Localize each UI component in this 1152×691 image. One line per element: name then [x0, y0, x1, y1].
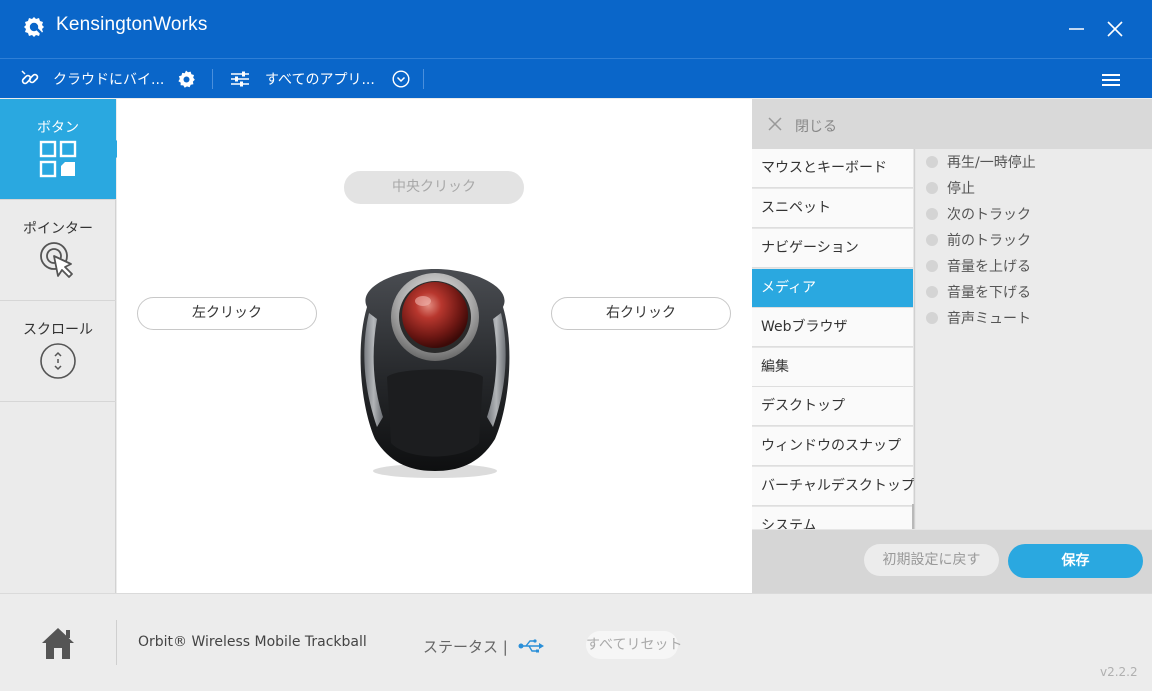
restore-defaults-button[interactable]: 初期設定に戻す: [864, 544, 999, 576]
middle-click-button[interactable]: 中央クリック: [344, 171, 524, 204]
save-button[interactable]: 保存: [1008, 544, 1143, 578]
minimize-icon[interactable]: [1066, 18, 1088, 40]
button-mapping-canvas: 中央クリック 左クリック 右クリック: [117, 99, 752, 593]
radio-icon: [926, 260, 938, 272]
action-option-label: 前のトラック: [947, 233, 1031, 249]
title-bar: KensingtonWorks: [0, 0, 1152, 58]
radio-icon: [926, 156, 938, 168]
nav-item-pointer[interactable]: ポインター: [0, 200, 116, 301]
category-item[interactable]: 編集: [752, 348, 913, 387]
toolbar: クラウドにバイ... すべてのアプリ...: [0, 58, 1152, 98]
radio-icon: [926, 312, 938, 324]
category-item[interactable]: バーチャルデスクトップ: [752, 467, 914, 506]
category-item[interactable]: ナビゲーション: [752, 229, 913, 268]
nav-item-scroll[interactable]: スクロール: [0, 301, 116, 402]
action-option[interactable]: 次のトラック: [926, 201, 1031, 227]
kensington-logo-icon: [24, 17, 44, 37]
close-icon[interactable]: [768, 117, 782, 131]
left-click-button[interactable]: 左クリック: [137, 297, 317, 330]
action-option[interactable]: 前のトラック: [926, 227, 1031, 253]
scroll-icon: [40, 343, 76, 379]
chevron-down-icon: [392, 70, 410, 88]
usb-icon: [518, 639, 544, 653]
toolbar-divider: [212, 69, 213, 89]
panel-footer: 初期設定に戻す 保存: [752, 530, 1152, 593]
action-option-label: 音量を上げる: [947, 259, 1031, 275]
action-option-label: 音声ミュート: [947, 311, 1031, 327]
radio-icon: [926, 234, 938, 246]
gear-icon[interactable]: [176, 69, 196, 89]
bottom-bar: Orbit® Wireless Mobile Trackball ステータス |…: [0, 593, 1152, 691]
grid-icon: [39, 140, 77, 178]
pointer-click-icon: [40, 242, 73, 278]
radio-icon: [926, 208, 938, 220]
nav-item-buttons[interactable]: ボタン: [0, 99, 116, 200]
category-item[interactable]: マウスとキーボード: [752, 149, 913, 188]
version-label: v2.2.2: [1100, 665, 1138, 679]
action-option[interactable]: 停止: [926, 175, 975, 201]
nav-item-label: ポインター: [23, 221, 93, 237]
action-option[interactable]: 再生/一時停止: [926, 149, 1036, 175]
link-icon: [21, 70, 39, 85]
category-item[interactable]: Webブラウザ: [752, 308, 913, 347]
action-panel: 閉じる マウスとキーボード スニペット ナビゲーション メディア Webブラウザ…: [752, 99, 1152, 593]
trackball-image: [360, 269, 510, 478]
status-label: ステータス |: [423, 638, 508, 656]
sliders-icon: [231, 71, 249, 87]
category-item-selected[interactable]: メディア: [752, 269, 913, 308]
app-select-label: すべてのアプリ...: [265, 72, 375, 88]
cloud-sync-label: クラウドにバイ...: [53, 72, 165, 88]
cloud-sync-button[interactable]: クラウドにバイ...: [20, 59, 164, 99]
category-scrollbar[interactable]: [912, 504, 914, 529]
device-name: Orbit® Wireless Mobile Trackball: [138, 634, 367, 650]
app-select-dropdown[interactable]: すべてのアプリ...: [230, 59, 410, 99]
home-icon[interactable]: [40, 626, 76, 660]
close-button[interactable]: 閉じる: [795, 116, 837, 136]
radio-icon: [926, 286, 938, 298]
action-option-label: 再生/一時停止: [947, 155, 1036, 171]
panel-header: 閉じる: [752, 99, 1152, 149]
category-item[interactable]: デスクトップ: [752, 387, 913, 426]
app-title: KensingtonWorks: [56, 14, 208, 35]
side-nav: ボタン ポインター スクロール: [0, 99, 116, 593]
close-window-icon[interactable]: [1104, 18, 1126, 40]
action-option[interactable]: 音量を上げる: [926, 253, 1031, 279]
action-option[interactable]: 音量を下げる: [926, 279, 1031, 305]
menu-icon[interactable]: [1101, 72, 1121, 88]
action-option-label: 音量を下げる: [947, 285, 1031, 301]
right-click-button[interactable]: 右クリック: [551, 297, 731, 330]
toolbar-divider: [423, 69, 424, 89]
action-option-label: 停止: [947, 181, 975, 197]
category-list: マウスとキーボード スニペット ナビゲーション メディア Webブラウザ 編集 …: [752, 149, 915, 529]
bottom-divider: [116, 620, 117, 665]
action-option-label: 次のトラック: [947, 207, 1031, 223]
action-option-list: 再生/一時停止 停止 次のトラック 前のトラック 音量を上げる 音量を下げる 音…: [916, 149, 1152, 529]
nav-item-label: スクロール: [23, 322, 93, 338]
category-item[interactable]: スニペット: [752, 189, 913, 228]
category-item[interactable]: システム: [752, 507, 913, 529]
reset-all-button[interactable]: すべてリセット: [586, 631, 682, 659]
nav-item-label: ボタン: [37, 120, 79, 136]
action-option[interactable]: 音声ミュート: [926, 305, 1031, 331]
category-item[interactable]: ウィンドウのスナップ: [752, 427, 913, 466]
radio-icon: [926, 182, 938, 194]
